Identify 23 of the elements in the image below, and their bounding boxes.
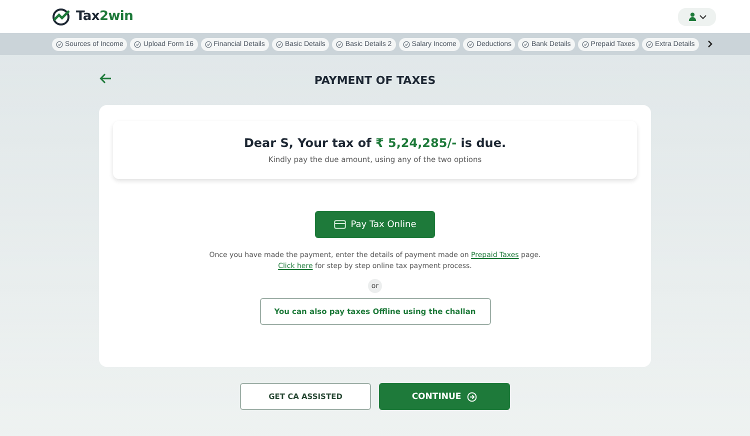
pay-tax-online-button[interactable]: Pay Tax Online bbox=[315, 211, 435, 238]
logo-icon bbox=[52, 8, 72, 26]
user-icon bbox=[688, 12, 696, 21]
check-circle-icon bbox=[204, 40, 212, 48]
card-icon bbox=[334, 220, 346, 229]
tax-due-message: Dear S, Your tax of ₹ 5,24,285/- is due. bbox=[244, 136, 506, 150]
check-circle-icon bbox=[522, 40, 530, 48]
check-circle-icon bbox=[336, 40, 344, 48]
chevron-down-icon bbox=[698, 14, 706, 20]
check-circle-icon bbox=[582, 40, 589, 48]
check-circle-icon bbox=[56, 40, 63, 48]
user-menu-button[interactable] bbox=[678, 8, 716, 26]
back-arrow-icon[interactable] bbox=[99, 73, 112, 84]
continue-button[interactable]: CONTINUE bbox=[379, 383, 510, 410]
arrow-circle-icon bbox=[467, 392, 478, 402]
check-circle-icon bbox=[134, 40, 142, 48]
page-title: PAYMENT OF TAXES bbox=[314, 74, 436, 86]
check-circle-icon bbox=[402, 40, 410, 48]
check-circle-icon bbox=[646, 40, 654, 48]
check-circle-icon bbox=[276, 40, 283, 48]
chevron-right-icon[interactable] bbox=[706, 40, 714, 48]
check-circle-icon bbox=[467, 40, 474, 48]
logo-text: Tax2win bbox=[76, 9, 134, 24]
